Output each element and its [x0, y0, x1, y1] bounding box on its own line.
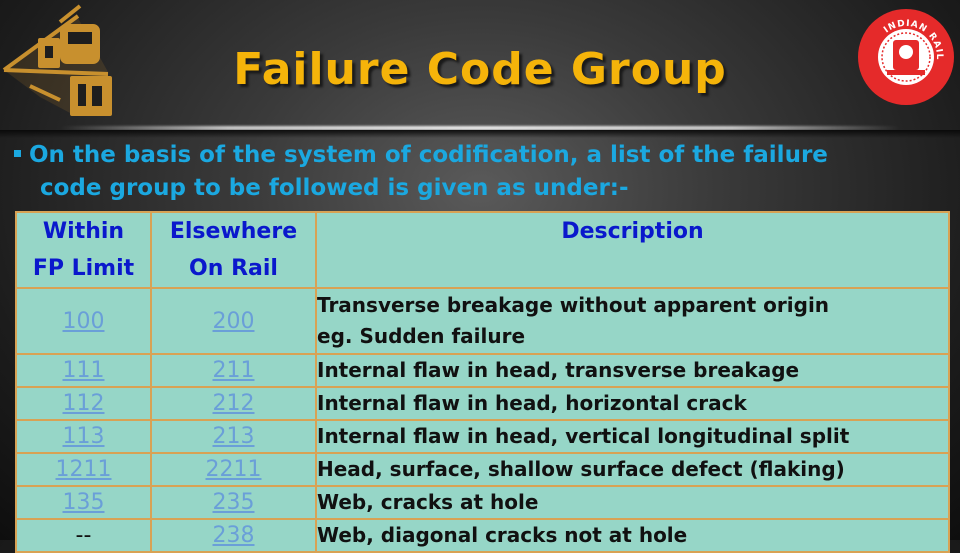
table-row: 112 212 Internal flaw in head, horizonta…	[15, 386, 950, 421]
cell-description: Internal flaw in head, vertical longitud…	[315, 419, 950, 454]
code-link[interactable]: 200	[213, 309, 255, 334]
table-row: 1211 2211 Head, surface, shallow surface…	[15, 452, 950, 487]
header-text: FP Limit	[32, 256, 135, 281]
cell-within: 112	[15, 386, 152, 421]
failure-code-table: Within FP Limit Elsewhere On Rail Descript…	[15, 211, 950, 553]
table-header-row: Within FP Limit Elsewhere On Rail Descript…	[15, 211, 950, 289]
table-row: 111 211 Internal flaw in head, transvers…	[15, 353, 950, 388]
cell-elsewhere: 235	[150, 485, 317, 520]
code-link[interactable]: 213	[213, 424, 255, 449]
header-elsewhere-on-rail: Elsewhere On Rail	[150, 211, 317, 289]
intro-line-2: code group to be followed is given as un…	[40, 175, 629, 201]
cell-description: Internal flaw in head, horizontal crack	[315, 386, 950, 421]
header-description: Description	[315, 211, 950, 289]
code-link[interactable]: 212	[213, 391, 255, 416]
cell-description: Head, surface, shallow surface defect (f…	[315, 452, 950, 487]
cell-elsewhere: 211	[150, 353, 317, 388]
cell-elsewhere: 2211	[150, 452, 317, 487]
cell-within: 113	[15, 419, 152, 454]
code-link[interactable]: 100	[63, 309, 105, 334]
desc-text: eg. Sudden failure	[317, 324, 526, 348]
table-row: -- 238 Web, diagonal cracks not at hole	[15, 518, 950, 553]
cell-within: 100	[15, 287, 152, 355]
code-link[interactable]: 112	[63, 391, 105, 416]
cell-description: Web, cracks at hole	[315, 485, 950, 520]
cell-elsewhere: 200	[150, 287, 317, 355]
table-row: 113 213 Internal flaw in head, vertical …	[15, 419, 950, 454]
code-link[interactable]: 2211	[206, 457, 262, 482]
cell-within: 111	[15, 353, 152, 388]
code-link[interactable]: 113	[63, 424, 105, 449]
cell-description: Internal flaw in head, transverse breaka…	[315, 353, 950, 388]
header-text: On Rail	[189, 256, 278, 281]
code-link[interactable]: 238	[213, 523, 255, 548]
header-text: Within	[42, 219, 125, 244]
intro-paragraph: On the basis of the system of codificati…	[14, 139, 934, 205]
code-link[interactable]: 235	[213, 490, 255, 515]
cell-elsewhere: 212	[150, 386, 317, 421]
code-link[interactable]: 111	[63, 358, 105, 383]
cell-within: --	[15, 518, 152, 553]
table-row: 100 200 Transverse breakage without appa…	[15, 287, 950, 355]
bullet-icon	[14, 150, 21, 157]
slide-title: Failure Code Group	[233, 44, 727, 95]
header-text: Elsewhere	[169, 219, 298, 244]
code-link[interactable]: 1211	[56, 457, 112, 482]
cell-within: 1211	[15, 452, 152, 487]
decorative-shadow	[0, 130, 960, 138]
cell-description: Web, diagonal cracks not at hole	[315, 518, 950, 553]
cell-elsewhere: 238	[150, 518, 317, 553]
desc-text: Transverse breakage without apparent ori…	[317, 293, 830, 317]
cell-within: 135	[15, 485, 152, 520]
cell-elsewhere: 213	[150, 419, 317, 454]
code-link[interactable]: 211	[213, 358, 255, 383]
intro-text-1: On the basis of the system of codificati…	[29, 142, 828, 168]
intro-line-1: On the basis of the system of codificati…	[14, 139, 934, 172]
code-placeholder: --	[75, 523, 92, 548]
header-within-fp-limit: Within FP Limit	[15, 211, 152, 289]
cell-description: Transverse breakage without apparent ori…	[315, 287, 950, 355]
table-row: 135 235 Web, cracks at hole	[15, 485, 950, 520]
code-link[interactable]: 135	[63, 490, 105, 515]
